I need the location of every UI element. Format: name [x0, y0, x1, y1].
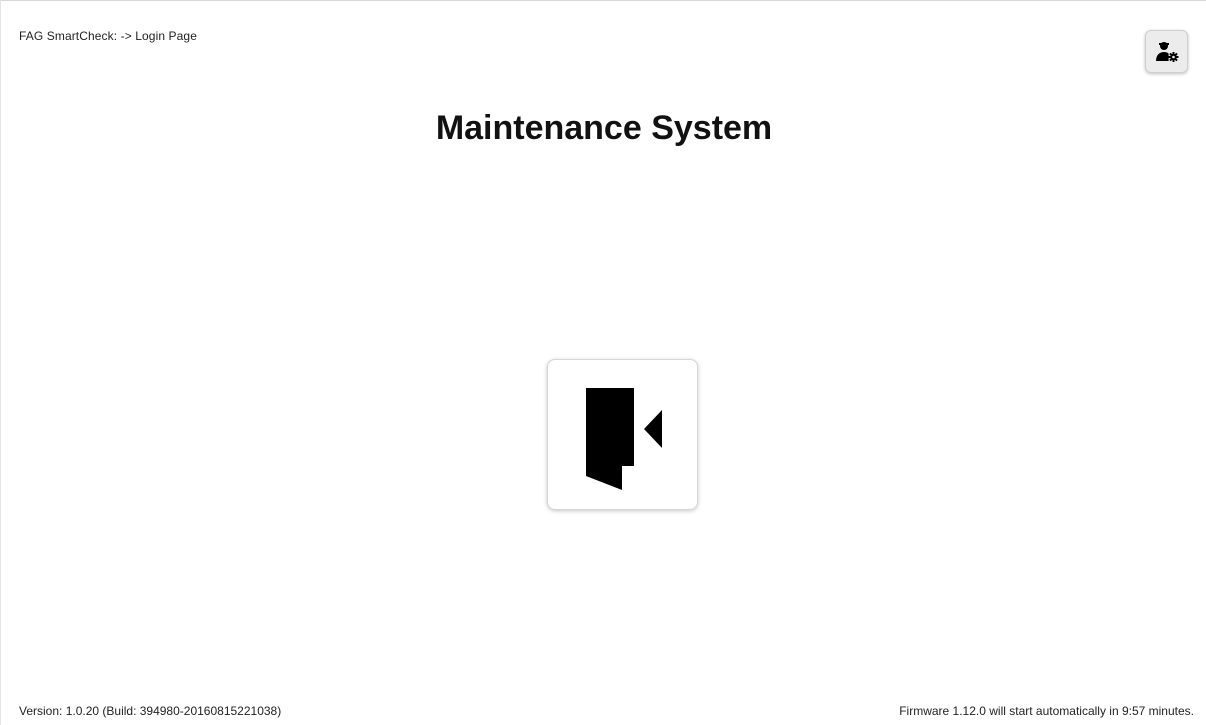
user-gear-icon	[1155, 41, 1178, 62]
version-info: Version: 1.0.20 (Build: 394980-201608152…	[19, 704, 282, 718]
login-button[interactable]	[547, 359, 698, 510]
breadcrumb: FAG SmartCheck: -> Login Page	[19, 29, 197, 43]
firmware-status: Firmware 1.12.0 will start automatically…	[899, 704, 1194, 718]
login-page: FAG SmartCheck: -> Login Page Maintenanc…	[0, 0, 1206, 725]
user-settings-button[interactable]	[1145, 30, 1188, 73]
door-enter-icon	[585, 387, 662, 490]
page-title: Maintenance System	[435, 109, 773, 147]
